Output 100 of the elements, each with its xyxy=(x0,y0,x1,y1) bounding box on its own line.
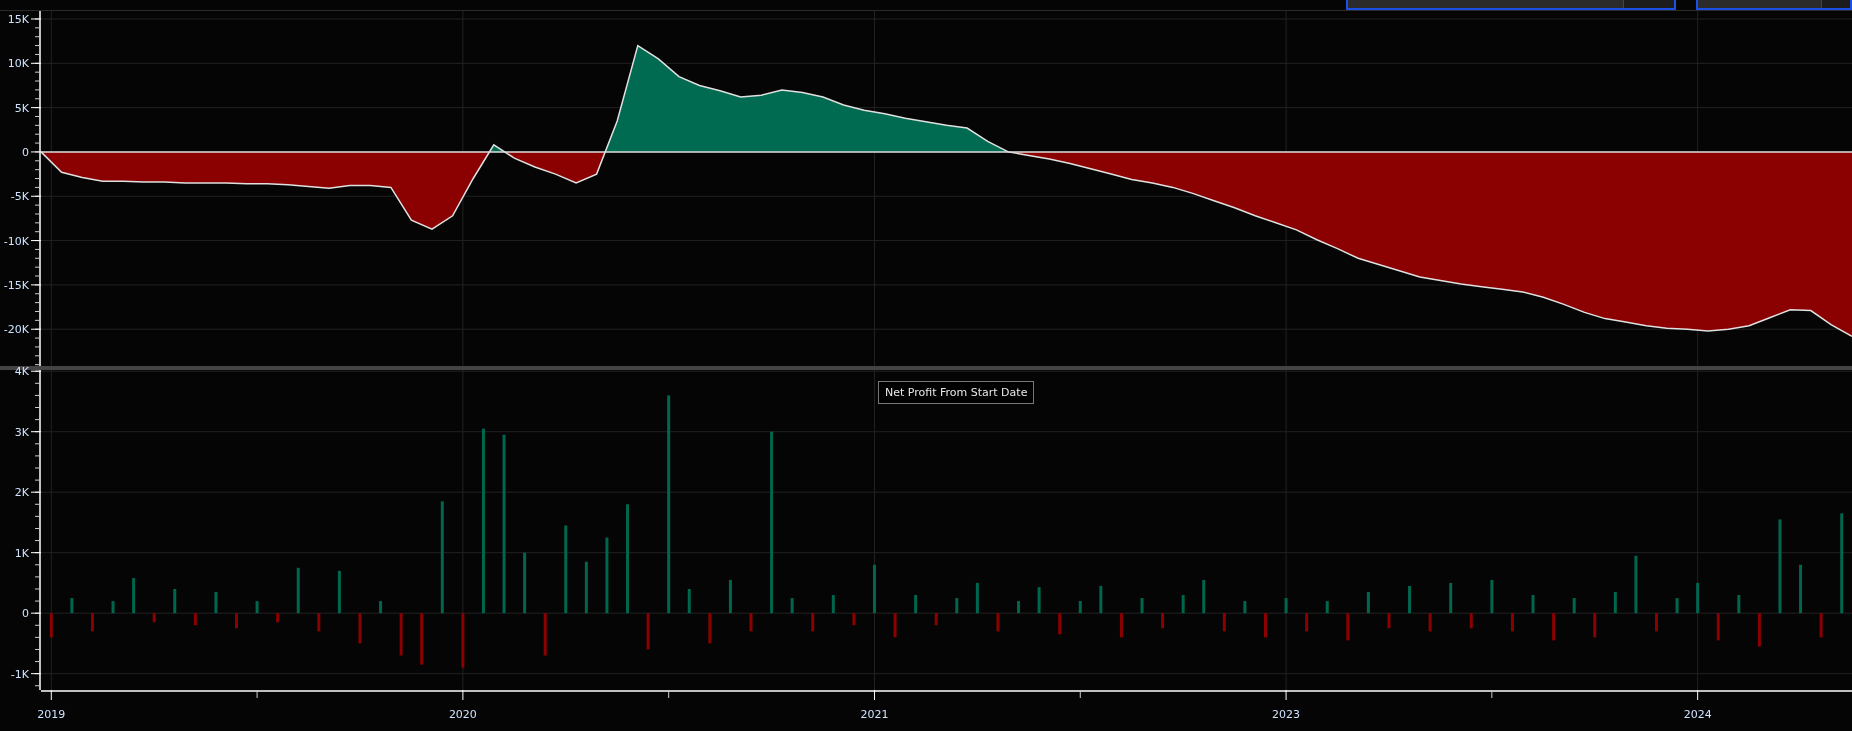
daily-bar xyxy=(914,595,918,614)
daily-bar xyxy=(811,613,815,632)
daily-bar xyxy=(543,613,547,656)
daily-bar xyxy=(1531,595,1535,614)
daily-bar xyxy=(1655,613,1658,632)
daily-bar xyxy=(49,613,53,638)
x-tick-label: 2024 xyxy=(1683,708,1712,721)
daily-bar xyxy=(872,564,876,614)
daily-bar xyxy=(1799,564,1803,614)
daily-bar xyxy=(1366,592,1370,614)
daily-bar xyxy=(70,598,74,614)
daily-bar xyxy=(235,613,238,629)
daily-bar xyxy=(358,613,362,644)
x-tick-label: 2021 xyxy=(860,708,889,721)
daily-bar xyxy=(152,613,156,623)
daily-bar xyxy=(111,601,115,614)
daily-bar xyxy=(1017,601,1021,614)
daily-bar xyxy=(337,570,341,614)
daily-bar xyxy=(1305,613,1309,632)
daily-bar xyxy=(1284,598,1288,614)
daily-bar xyxy=(1119,613,1123,638)
y-tick-label: 1K xyxy=(14,546,29,560)
daily-bar xyxy=(790,598,794,614)
daily-bar xyxy=(1387,613,1391,629)
daily-bar xyxy=(996,613,1000,632)
y-tick-label: -20K xyxy=(3,323,29,337)
daily-bar xyxy=(1675,598,1679,614)
daily-bar xyxy=(1264,613,1267,638)
daily-bar xyxy=(955,598,959,614)
x-tick-label: 2020 xyxy=(448,708,477,721)
daily-bar xyxy=(1202,579,1206,614)
daily-bar xyxy=(1552,613,1556,641)
dropdown[interactable] xyxy=(1696,0,1852,10)
daily-bar xyxy=(399,613,403,656)
daily-bar xyxy=(255,601,259,614)
daily-bar xyxy=(975,582,979,614)
y-tick-label: -10K xyxy=(3,234,29,248)
daily-bar xyxy=(1078,601,1082,614)
y-tick-label: 10K xyxy=(7,57,29,71)
daily-bar xyxy=(1243,601,1247,614)
daily-bar xyxy=(193,613,197,626)
chart-legend: Net Profit From Start Date xyxy=(878,381,1035,404)
y-tick-label: 0 xyxy=(22,145,29,159)
daily-bar xyxy=(1449,582,1453,614)
daily-bar xyxy=(1408,585,1412,614)
daily-bar xyxy=(1490,579,1494,614)
daily-bar xyxy=(1737,595,1741,614)
daily-bar xyxy=(687,589,691,614)
daily-bar xyxy=(1181,595,1185,614)
daily-bar xyxy=(584,561,588,614)
daily-bar xyxy=(1757,613,1761,647)
daily-bar xyxy=(1572,598,1576,614)
daily-bar xyxy=(1140,598,1144,614)
daily-bar xyxy=(728,579,732,614)
y-tick-label: -5K xyxy=(10,190,29,204)
daily-bar xyxy=(1696,582,1700,614)
y-tick-label: -1K xyxy=(10,667,29,681)
daily-bar xyxy=(749,613,753,632)
daily-bar xyxy=(461,613,465,668)
daily-bar xyxy=(893,613,897,638)
y-tick-label: 5K xyxy=(14,101,29,115)
daily-bar xyxy=(379,601,383,614)
x-tick-label: 2019 xyxy=(37,708,66,721)
daily-bar xyxy=(1634,555,1638,614)
daily-bar xyxy=(214,592,218,614)
y-tick-label: 4K xyxy=(14,365,29,379)
y-tick-label: 15K xyxy=(7,13,29,26)
daily-bar xyxy=(1819,613,1823,638)
daily-bar xyxy=(523,552,527,614)
daily-bar xyxy=(132,578,136,614)
y-tick-label: -15K xyxy=(3,278,29,292)
daily-bar xyxy=(1325,601,1329,614)
x-tick-label: 2023 xyxy=(1272,708,1301,721)
daily-bar xyxy=(1037,587,1041,614)
daily-bar xyxy=(852,613,856,626)
y-tick-label: 3K xyxy=(14,425,29,439)
daily-bar xyxy=(317,613,321,632)
daily-bar xyxy=(276,613,280,623)
daily-bar xyxy=(1099,585,1103,614)
daily-bar xyxy=(1510,613,1514,632)
daily-bar xyxy=(296,567,300,614)
daily-bar xyxy=(1346,613,1350,641)
daily-bar xyxy=(708,613,712,644)
daily-bar xyxy=(1716,613,1720,641)
daily-bar xyxy=(831,595,835,614)
daily-bar xyxy=(1593,613,1597,638)
daily-bar xyxy=(1469,613,1473,629)
daily-bar xyxy=(1613,592,1617,614)
y-tick-label: 0 xyxy=(22,607,29,621)
daily-bar xyxy=(420,613,424,665)
daily-bar xyxy=(934,613,938,626)
daily-bar xyxy=(90,613,94,632)
daily-bar xyxy=(646,613,650,650)
daily-bar xyxy=(1161,613,1165,629)
daily-bar xyxy=(1222,613,1226,632)
y-tick-label: 2K xyxy=(14,486,29,500)
daily-bar xyxy=(173,589,177,614)
daily-bar xyxy=(1428,613,1432,632)
daily-bar xyxy=(1058,613,1062,635)
dropdown[interactable] xyxy=(1346,0,1676,10)
